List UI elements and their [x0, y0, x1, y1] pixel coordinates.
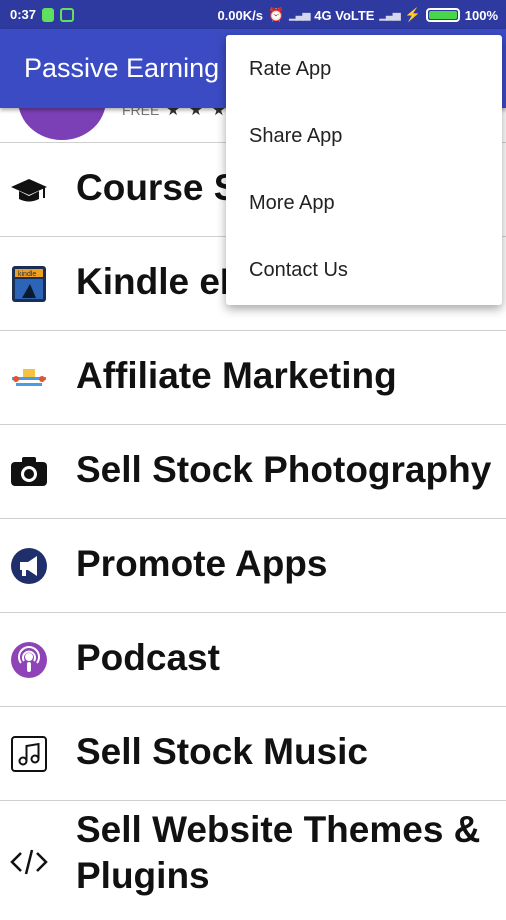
menu-item-more-app[interactable]: More App: [226, 170, 502, 237]
app-title: Passive Earning: [24, 53, 220, 83]
charging-icon: ⚡: [404, 7, 421, 22]
status-bar: 0:37 0.00K/s ⏰ ▁▃▅ 4G VoLTE ▁▃▅ ⚡ 100%: [0, 0, 506, 29]
podcast-icon: [10, 641, 48, 679]
alarm-icon: ⏰: [268, 7, 285, 22]
battery-icon: [425, 8, 460, 22]
network-speed: 0.00K/s: [217, 7, 264, 23]
svg-text:kindle: kindle: [18, 271, 36, 278]
list-item-label: Sell Website Themes & Plugins: [76, 809, 481, 896]
list-item-stock-music[interactable]: Sell Stock Music: [0, 706, 506, 800]
price-label: FREE: [122, 108, 160, 118]
menu-item-contact-us[interactable]: Contact Us: [226, 237, 502, 304]
kindle-icon: kindle: [10, 265, 48, 303]
list-item-label: Sell Stock Music: [76, 731, 368, 772]
overflow-menu: Rate App Share App More App Contact Us: [226, 35, 502, 305]
app-logo: [18, 108, 106, 140]
list-item-label: Course S: [76, 167, 239, 208]
graduation-cap-icon: [10, 171, 48, 209]
menu-item-rate-app[interactable]: Rate App: [226, 36, 502, 103]
megaphone-icon: [10, 547, 48, 585]
network-type: 4G VoLTE: [314, 7, 375, 23]
signal-icon: ▁▃▅: [289, 9, 310, 21]
battery-percent: 100%: [464, 7, 498, 23]
list-item-promote-apps[interactable]: Promote Apps: [0, 518, 506, 612]
status-time: 0:37: [10, 7, 37, 22]
list-item-label: Kindle eB: [76, 261, 247, 302]
rating-stars: ★ ★ ★: [166, 108, 228, 119]
music-note-icon: [10, 735, 48, 773]
notification-icon: [42, 7, 55, 22]
list-item-podcast[interactable]: Podcast: [0, 612, 506, 706]
list-item-label: Sell Stock Photography: [76, 449, 492, 490]
list-item-stock-photography[interactable]: Sell Stock Photography: [0, 424, 506, 518]
list-item-label: Promote Apps: [76, 543, 328, 584]
list-item-affiliate[interactable]: Affiliate Marketing: [0, 330, 506, 424]
signal-strength-icon: ▁▃▅: [379, 9, 400, 21]
menu-item-share-app[interactable]: Share App: [226, 103, 502, 170]
affiliate-icon: [10, 359, 48, 397]
code-icon: [10, 843, 48, 881]
list-item-website-themes[interactable]: Sell Website Themes & Plugins: [0, 800, 506, 920]
list-item-label: Affiliate Marketing: [76, 355, 397, 396]
camera-icon: [10, 453, 48, 491]
whatsapp-icon: [60, 7, 75, 22]
list-item-label: Podcast: [76, 637, 220, 678]
